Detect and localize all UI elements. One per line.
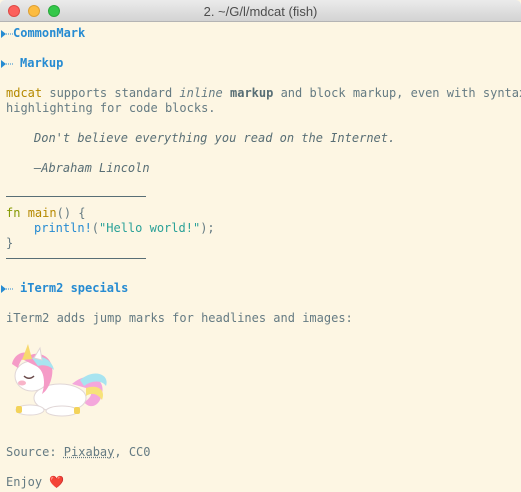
code-text: ); [200,221,215,235]
code-text: ( [91,221,100,235]
paragraph-text [223,86,230,100]
iterm-paragraph: iTerm2 adds jump marks for headlines and… [6,311,353,325]
markup-paragraph-line-2: highlighting for code blocks. [6,101,216,115]
title-bar[interactable]: 2. ~/G/l/mdcat (fish) [0,0,521,22]
code-line-2: println!("Hello world!"); [34,221,215,236]
terminal-content[interactable]: CommonMark Markup mdcat supports standar… [0,22,521,492]
heart-icon: ❤️ [49,475,65,489]
code-string: "Hello world!" [99,221,201,235]
source-link[interactable]: Pixabay [64,445,115,459]
code-function-name: main [27,206,57,220]
inline-code: mdcat [6,86,43,100]
jump-mark-icon [1,285,14,293]
source-line: Source: Pixabay, CC0 [6,445,151,460]
jump-mark-icon [1,30,14,38]
blockquote-author: —Abraham Lincoln [34,161,150,175]
code-line-1: fn main() { [6,206,86,221]
heading-markup: Markup [20,56,64,70]
heading-commonmark: CommonMark [13,26,86,40]
window-title: 2. ~/G/l/mdcat (fish) [203,4,318,19]
code-text: () { [56,206,86,220]
terminal-window: 2. ~/G/l/mdcat (fish) CommonMark Markup … [0,0,521,492]
source-suffix: , CC0 [114,445,151,459]
heading-iterm2-specials: iTerm2 specials [20,281,129,295]
code-line-3: } [6,236,14,250]
unicorn-image [12,344,107,417]
blockquote-text: Don't believe everything you read on the… [34,131,396,145]
enjoy-line: Enjoy ❤️ [6,475,64,490]
jump-mark-icon [1,60,14,68]
markup-paragraph-line-1: mdcat supports standard inline markup an… [6,86,521,101]
code-block-top-rule [6,196,146,197]
code-keyword: fn [6,206,21,220]
emphasis-text: inline [179,86,223,100]
code-block-bottom-rule [6,258,146,259]
strong-text: markup [230,86,274,100]
code-macro: println! [34,221,92,235]
paragraph-text: and block markup, even with syntax [273,86,521,100]
enjoy-text: Enjoy [6,475,50,489]
paragraph-text: supports standard [42,86,180,100]
source-prefix: Source: [6,445,64,459]
